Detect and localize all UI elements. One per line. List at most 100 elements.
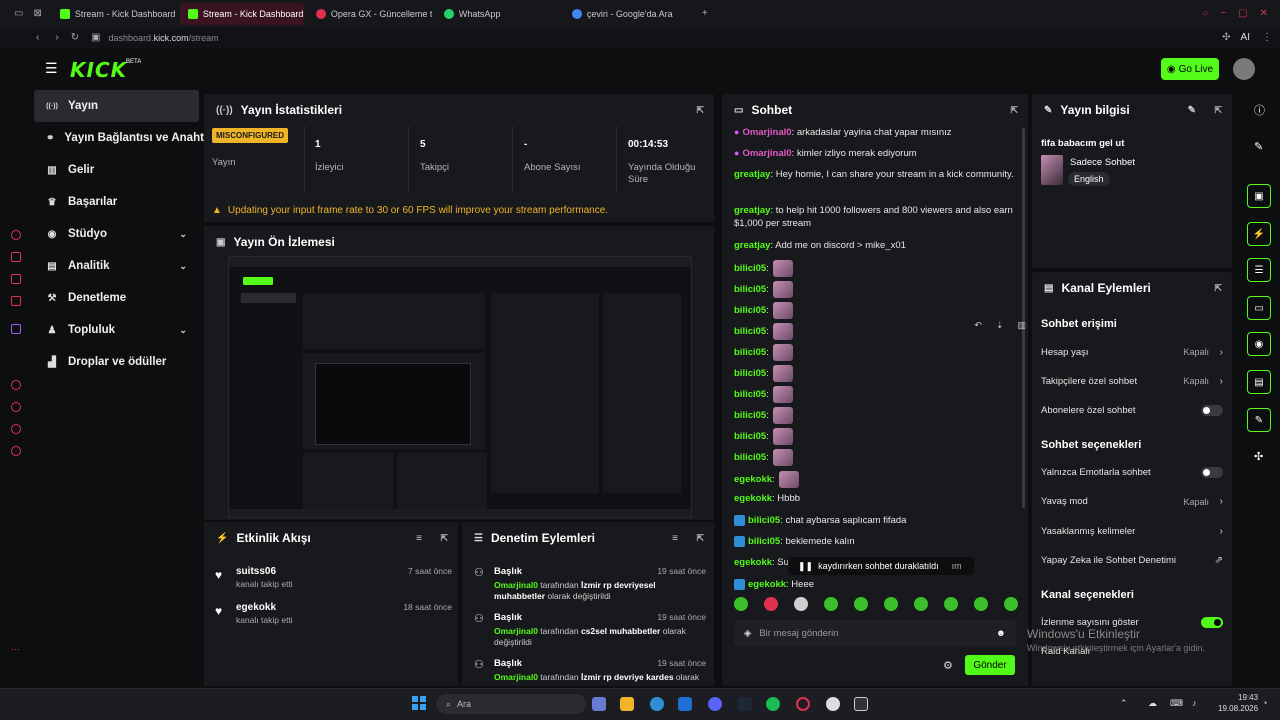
nav-item[interactable]: ◉ Stüdyo ⌄ <box>34 218 199 250</box>
moderation-item[interactable]: ⚇ Başlık Omarjinal0 tarafından İzmir rp de… <box>470 566 706 601</box>
store-icon[interactable] <box>678 697 692 711</box>
tray-cloud-icon[interactable]: ☁ <box>1148 698 1157 709</box>
stream-preview-video[interactable] <box>228 256 692 518</box>
new-tab-icon[interactable]: + <box>702 9 708 19</box>
chat-input[interactable]: ◈ Bir mesaj gönderin ☻ <box>734 620 1016 646</box>
widget-chat-icon[interactable]: ▭ <box>1247 296 1271 320</box>
chat-message[interactable]: bilici05: <box>734 407 1016 424</box>
setting-row[interactable]: Yasaklanmış kelimeler › <box>1041 522 1227 540</box>
browser-tab[interactable]: Stream - Kick Dashboard <box>52 3 176 25</box>
tray-volume-icon[interactable]: ♪ <box>1192 698 1197 708</box>
setting-row[interactable]: Yalnızca Emotlarla sohbet <box>1041 463 1227 481</box>
chat-message[interactable]: bilici05: <box>734 302 1016 319</box>
edge-icon[interactable] <box>650 697 664 711</box>
widget-lightning-icon[interactable]: ⚡ <box>1247 222 1271 246</box>
back-icon[interactable]: ‹ <box>36 33 39 43</box>
go-live-button[interactable]: ◉ Go Live <box>1161 58 1219 80</box>
chat-paused-banner[interactable]: ❚❚ kaydırırken sohbet duraklatıldı ım <box>788 557 974 575</box>
taskbar-app-icon[interactable] <box>592 697 606 711</box>
activity-item[interactable]: ♥ suitss06 kanalı takip etti 7 saat önce <box>212 566 452 589</box>
moderation-item[interactable]: ⚇ Başlık Omarjinal0 tarafından cs2sel muha… <box>470 612 706 647</box>
nav-item[interactable]: ▤ Analitik ⌄ <box>34 250 199 282</box>
nav-item[interactable]: ♛ Başarılar <box>34 186 199 218</box>
chat-message[interactable]: greatjay: Add me on discord > mike_x01 <box>734 239 1016 252</box>
user-avatar[interactable] <box>1233 58 1255 80</box>
toggle-switch[interactable] <box>1201 466 1223 478</box>
expand-icon[interactable]: ⇱ <box>696 105 704 116</box>
chat-message[interactable]: egekokk: <box>734 471 1016 488</box>
info-icon[interactable]: ⓘ <box>1254 102 1265 118</box>
toggle-switch[interactable] <box>1201 404 1223 416</box>
setting-row[interactable]: Yavaş mod Kapalı › <box>1041 493 1227 511</box>
emote-icon[interactable] <box>764 597 778 611</box>
steam-icon[interactable] <box>738 697 752 711</box>
emote-icon[interactable] <box>734 597 748 611</box>
send-button[interactable]: Gönder <box>965 655 1015 675</box>
nav-item[interactable]: ⚭ Yayın Bağlantısı ve Anahtarı <box>34 122 218 154</box>
maximize-icon[interactable]: ▢ <box>1238 9 1247 19</box>
sidebar-app-icon[interactable] <box>11 446 21 456</box>
nav-item[interactable]: ▟ Droplar ve ödüller <box>34 346 199 378</box>
category-name[interactable]: Sadece Sohbet <box>1070 157 1135 168</box>
emote-icon[interactable] <box>1004 597 1018 611</box>
moderation-item[interactable]: ⚇ Başlık Omarjinal0 tarafından İzmir rp de… <box>470 658 706 683</box>
taskbar-clock[interactable]: 19:43 19.08.2026 <box>1218 692 1258 714</box>
forward-icon[interactable]: › <box>55 33 58 43</box>
expand-icon[interactable]: ⇱ <box>696 533 704 544</box>
nav-item[interactable]: ▥ Gelir <box>34 154 199 186</box>
widget-tool-icon[interactable]: ✎ <box>1247 408 1271 432</box>
setting-row[interactable]: Hesap yaşı Kapalı › <box>1041 343 1227 361</box>
toggle-switch[interactable] <box>1201 616 1223 628</box>
edit-icon[interactable]: ✎ <box>1188 105 1196 116</box>
chat-settings-icon[interactable]: ⚙ <box>943 659 953 672</box>
tray-chevron-icon[interactable]: ⌃ <box>1120 698 1128 709</box>
reply-icon[interactable]: ↶ <box>974 320 982 336</box>
setting-row[interactable]: Yapay Zeka ile Sohbet Denetimi ⇗ <box>1041 552 1227 570</box>
chat-message[interactable]: bilici05: beklemede kalın <box>734 535 1016 548</box>
chat-message[interactable]: ● Omarjinal0: kimler izliyo merak ediyoru… <box>734 147 1016 160</box>
close-icon[interactable]: ✕ <box>1260 9 1268 19</box>
expand-icon[interactable]: ⇱ <box>1010 105 1018 116</box>
discord-icon[interactable] <box>708 697 722 711</box>
emote-icon[interactable] <box>974 597 988 611</box>
tab-menu-icon[interactable]: ⊠ <box>33 9 41 19</box>
widget-list-icon[interactable]: ☰ <box>1247 258 1271 282</box>
url-field[interactable]: dashboard.kick.com/stream <box>109 33 219 43</box>
opera-gx-icon[interactable] <box>796 697 810 711</box>
chat-message[interactable]: bilici05: chat aybarsa saplıcam fifada <box>734 514 1016 527</box>
tray-network-icon[interactable]: ⌨ <box>1170 698 1183 709</box>
filter-icon[interactable]: ≡ <box>416 533 422 544</box>
delete-icon[interactable]: ▥ <box>1017 320 1026 336</box>
chat-message[interactable]: egekokk: Hbbb <box>734 492 1016 505</box>
emoji-icon[interactable]: ☻ <box>996 628 1006 639</box>
expand-icon[interactable]: ⇱ <box>440 533 448 544</box>
chat-message[interactable]: bilici05: <box>734 428 1016 445</box>
emote-icon[interactable] <box>914 597 928 611</box>
emote-icon[interactable] <box>944 597 958 611</box>
chat-message[interactable]: ● Omarjinal0: arkadaslar yayina chat yapa… <box>734 126 1016 139</box>
minimize-icon[interactable]: − <box>1220 9 1226 19</box>
chat-message[interactable]: egekokk: Heee <box>734 578 1016 591</box>
widget-video-icon[interactable]: ▣ <box>1247 184 1271 208</box>
sidebar-more-icon[interactable]: ⋯ <box>11 644 21 654</box>
kick-logo[interactable]: KICK <box>70 58 127 82</box>
start-icon[interactable] <box>412 696 426 710</box>
sidebar-app-icon[interactable] <box>11 296 21 306</box>
chat-message[interactable]: bilici05: <box>734 365 1016 382</box>
notifications-icon[interactable]: ◔ <box>1262 698 1267 708</box>
sidebar-app-icon[interactable] <box>11 424 21 434</box>
twitch-icon[interactable] <box>11 324 21 334</box>
chat-scrollbar[interactable] <box>1022 128 1025 508</box>
widget-broadcast-icon[interactable]: ◉ <box>1247 332 1271 356</box>
chat-message[interactable]: greatjay: Hey homie, I can share your st… <box>734 168 1016 181</box>
extensions-icon[interactable]: ✣ <box>1222 33 1230 43</box>
sidebar-app-icon[interactable] <box>11 252 21 262</box>
chat-message[interactable]: bilici05: <box>734 449 1016 466</box>
emote-icon[interactable] <box>794 597 808 611</box>
expand-icon[interactable]: ⇱ <box>1214 105 1222 116</box>
pin-icon[interactable]: ⇣ <box>996 320 1004 336</box>
nav-item[interactable]: ((·)) Yayın <box>34 90 199 122</box>
expand-icon[interactable]: ⇱ <box>1214 283 1222 294</box>
chat-message[interactable]: greatjay: to help hit 1000 followers and… <box>734 204 1016 230</box>
emote-icon[interactable] <box>824 597 838 611</box>
